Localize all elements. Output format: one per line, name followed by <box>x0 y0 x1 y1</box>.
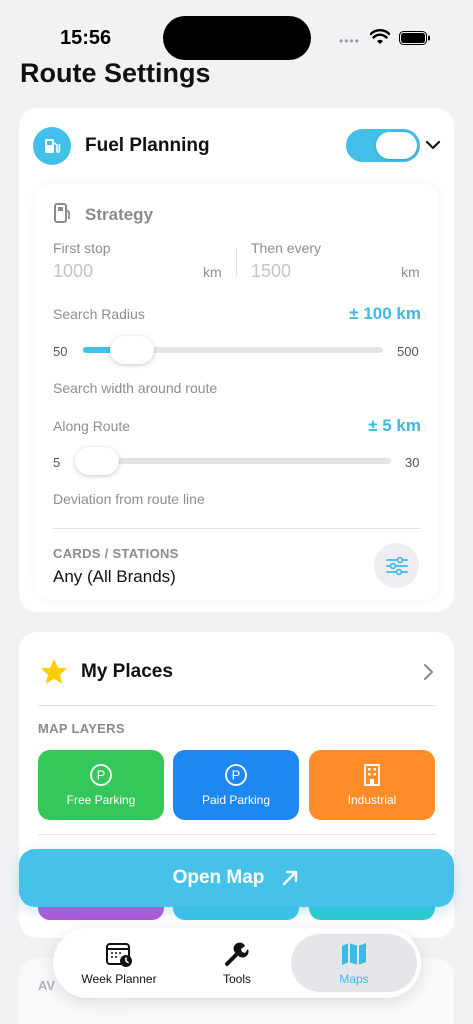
along-route-min: 5 <box>53 455 61 470</box>
status-time: 15:56 <box>60 27 112 49</box>
first-stop-input[interactable]: 1000 <box>53 261 193 282</box>
svg-text:P: P <box>232 768 241 783</box>
search-radius-slider[interactable] <box>83 336 383 364</box>
tab-label: Week Planner <box>81 972 157 986</box>
arrow-up-right-icon <box>283 870 298 886</box>
fuel-planning-header[interactable]: Fuel Planning <box>19 108 454 180</box>
first-stop-label: First stop <box>53 240 111 256</box>
along-route-value: ± 5 km <box>368 416 421 435</box>
cards-stations-value[interactable]: Any (All Brands) <box>53 567 176 587</box>
battery-icon <box>399 31 430 45</box>
layer-free-parking[interactable]: P Free Parking <box>38 750 164 820</box>
section-divider <box>53 528 421 529</box>
sliders-icon <box>385 556 408 575</box>
fuel-planning-card: Fuel Planning Strategy First stop 1000 k… <box>19 108 454 612</box>
my-places-title[interactable]: My Places <box>81 661 173 683</box>
section-divider <box>38 834 435 835</box>
tab-label: Maps <box>339 972 369 986</box>
parking-icon: P <box>90 764 112 786</box>
search-radius-value: ± 100 km <box>349 304 421 323</box>
map-icon <box>342 943 366 965</box>
then-every-unit: km <box>401 264 420 280</box>
parking-icon: P <box>225 764 247 786</box>
chevron-right-icon[interactable] <box>422 663 434 681</box>
strategy-title: Strategy <box>85 205 154 224</box>
tab-label: Tools <box>222 972 251 986</box>
building-icon <box>364 764 380 786</box>
open-map-button[interactable]: Open Map <box>19 849 454 907</box>
tab-week-planner[interactable]: Week Planner <box>65 934 173 992</box>
status-bar: 15:56 •••• <box>0 0 473 60</box>
filter-button[interactable] <box>374 543 419 588</box>
search-radius-hint: Search width around route <box>53 380 218 396</box>
tab-tools[interactable]: Tools <box>183 934 291 992</box>
page-title: Route Settings <box>20 58 211 88</box>
svg-text:P: P <box>97 768 106 783</box>
fuel-planning-toggle[interactable] <box>346 129 420 162</box>
fuel-planning-title: Fuel Planning <box>85 135 210 156</box>
open-map-label: Open Map <box>172 867 265 888</box>
field-divider <box>236 248 237 276</box>
layer-paid-parking[interactable]: P Paid Parking <box>173 750 299 820</box>
along-route-slider[interactable] <box>75 447 391 475</box>
along-route-max: 30 <box>405 455 420 470</box>
chevron-down-icon[interactable] <box>425 139 441 151</box>
then-every-input[interactable]: 1500 <box>251 261 391 282</box>
layer-label: Industrial <box>347 793 397 807</box>
tab-maps[interactable]: Maps <box>291 934 417 992</box>
search-radius-label: Search Radius <box>53 306 145 322</box>
cards-stations-label: CARDS / STATIONS <box>53 546 179 561</box>
tab-bar: Week Planner Tools Maps <box>53 928 421 998</box>
toggle-knob <box>376 132 417 159</box>
slider-thumb[interactable] <box>75 447 119 475</box>
fuel-pump-icon <box>54 203 70 223</box>
along-route-label: Along Route <box>53 418 131 434</box>
search-radius-min: 50 <box>53 344 68 359</box>
calendar-icon <box>106 943 132 967</box>
strategy-panel: Strategy First stop 1000 km Then every 1… <box>35 184 439 600</box>
first-stop-unit: km <box>203 264 222 280</box>
available-label: AV <box>38 978 56 993</box>
then-every-label: Then every <box>251 240 322 256</box>
dynamic-island <box>163 16 311 60</box>
section-divider <box>38 705 435 706</box>
slider-thumb[interactable] <box>110 336 154 364</box>
search-radius-max: 500 <box>397 344 419 359</box>
layer-label: Free Parking <box>66 793 136 807</box>
along-route-hint: Deviation from route line <box>53 491 205 507</box>
map-layers-label: MAP LAYERS <box>38 721 125 736</box>
fuel-pump-icon <box>33 127 71 165</box>
layer-industrial[interactable]: Industrial <box>309 750 435 820</box>
star-icon <box>41 659 67 684</box>
wrench-icon <box>225 942 249 966</box>
signal-dots-icon: •••• <box>339 34 360 48</box>
wifi-icon <box>370 29 390 44</box>
layer-label: Paid Parking <box>201 793 271 807</box>
